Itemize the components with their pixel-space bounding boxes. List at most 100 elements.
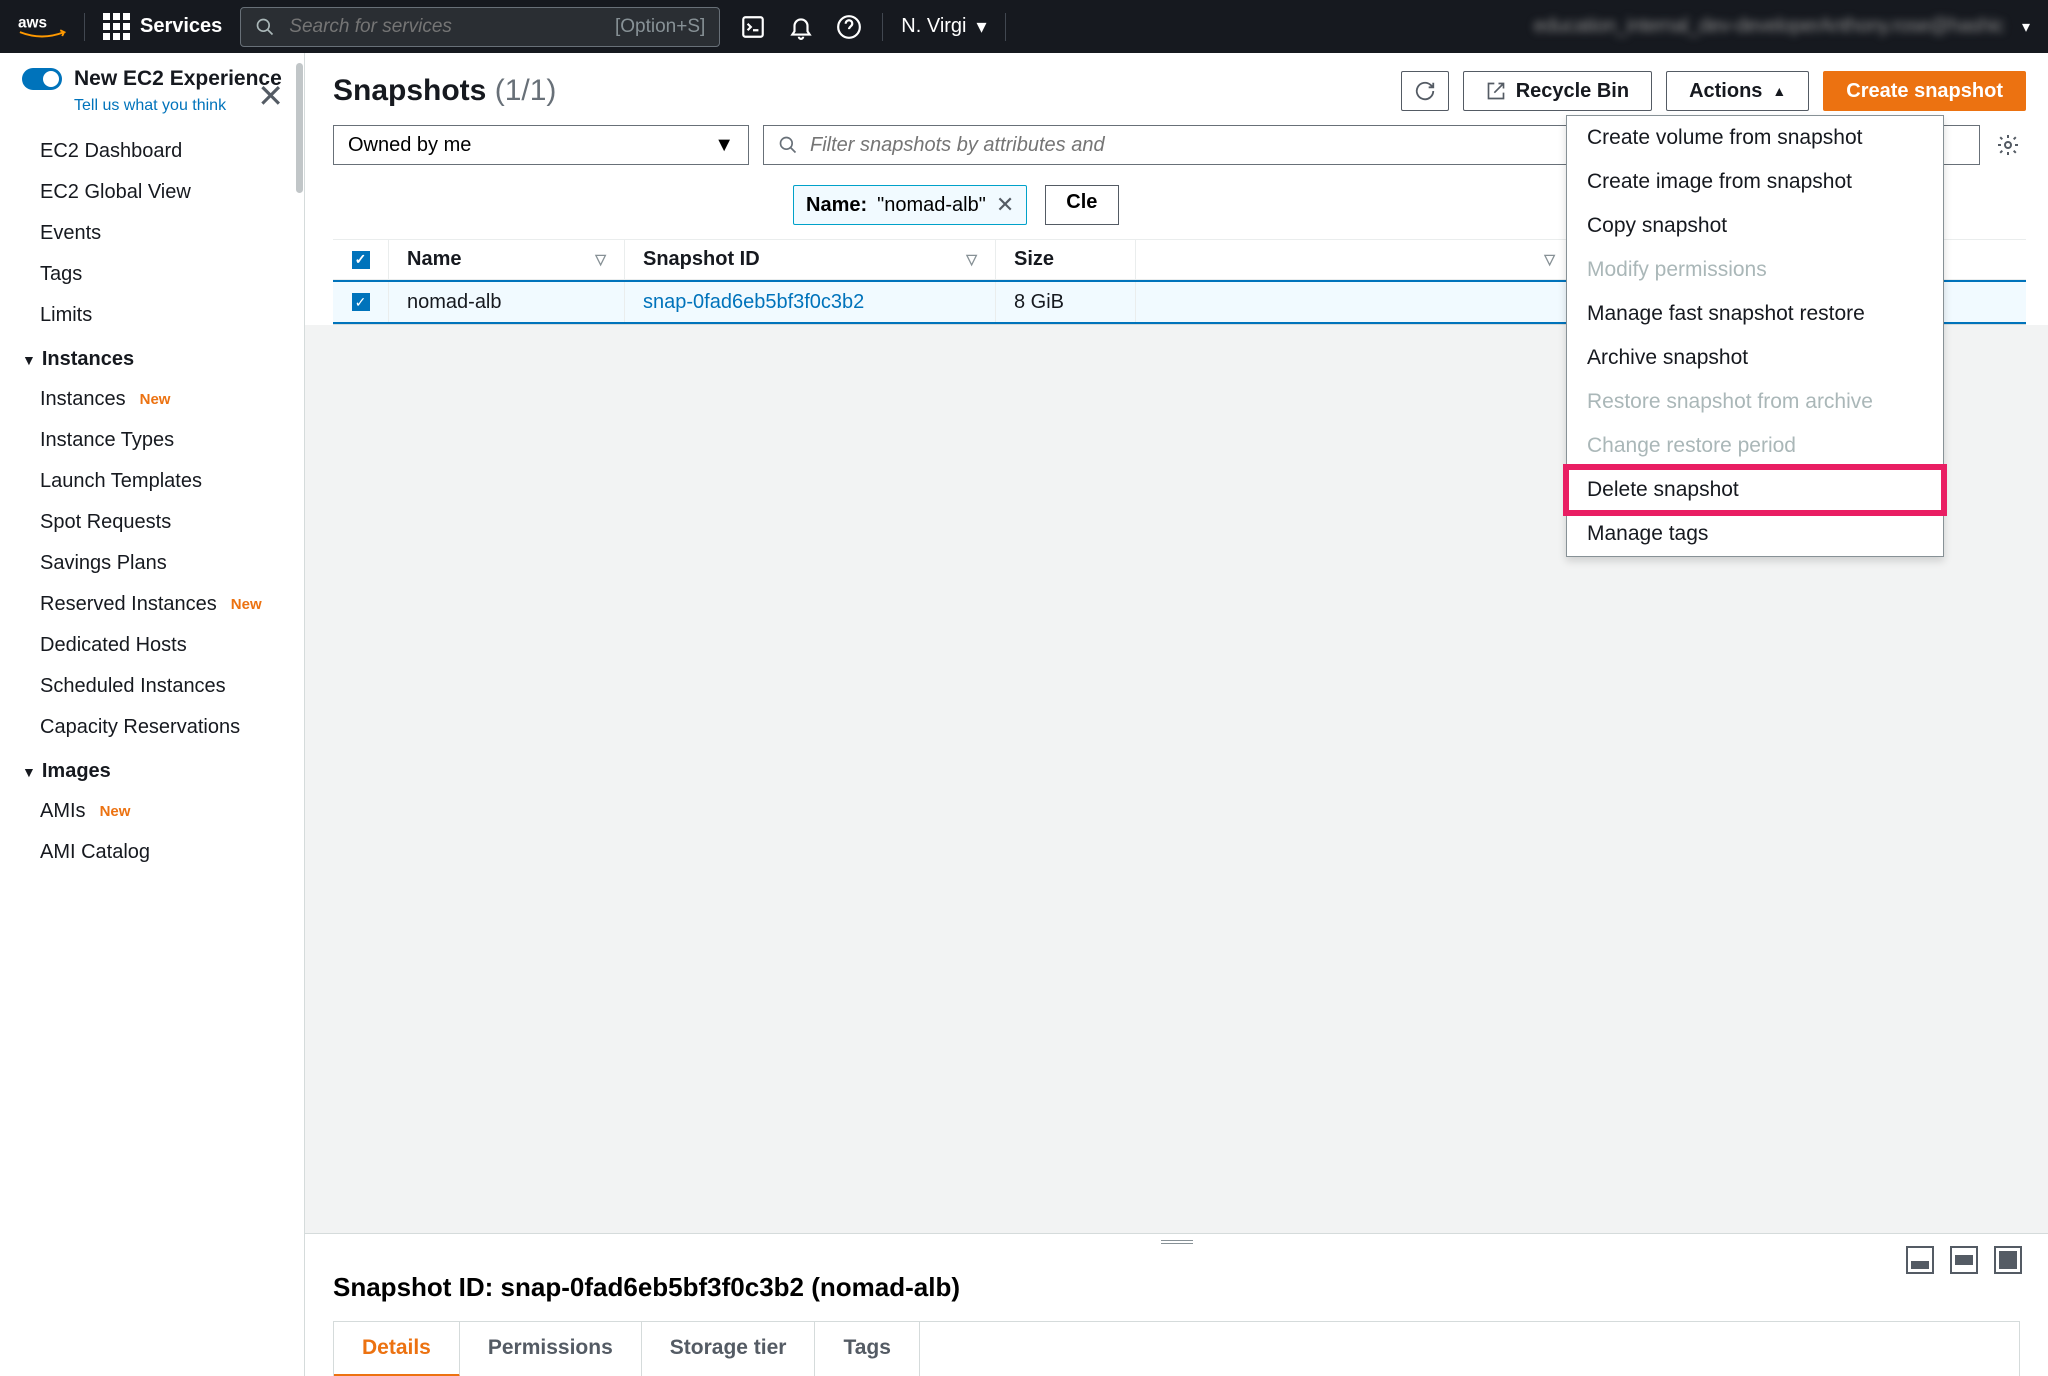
caret-down-icon: ▼	[714, 134, 734, 157]
clear-filters-button[interactable]: Clear filters	[1045, 185, 1119, 225]
divider	[1005, 13, 1006, 41]
actions-button[interactable]: Actions▲	[1666, 71, 1809, 111]
divider	[882, 13, 883, 41]
action-delete-snapshot[interactable]: Delete snapshot	[1567, 468, 1943, 512]
nav-scheduled-instances[interactable]: Scheduled Instances	[0, 666, 304, 707]
main-content: Snapshots (1/1) Recycle Bin Actions▲ Cre…	[305, 53, 2048, 1376]
chevron-down-icon: ▾	[977, 14, 987, 39]
action-create-image[interactable]: Create image from snapshot	[1567, 160, 1943, 204]
region-label: N. Virgi	[901, 15, 966, 38]
checkbox-icon[interactable]: ✓	[352, 293, 370, 311]
panel-size-controls	[1906, 1246, 2022, 1274]
account-label[interactable]: education_internal_dev-developerAnthony.…	[1534, 15, 2004, 38]
action-archive-snapshot[interactable]: Archive snapshot	[1567, 336, 1943, 380]
action-modify-permissions: Modify permissions	[1567, 248, 1943, 292]
chevron-down-icon[interactable]: ▾	[2022, 17, 2030, 37]
cell-name: nomad-alb	[389, 282, 625, 322]
refresh-button[interactable]	[1401, 71, 1449, 111]
services-label: Services	[140, 15, 222, 38]
external-link-icon	[1486, 81, 1506, 101]
caret-up-icon: ▲	[1772, 83, 1786, 99]
nav-amis[interactable]: AMIsNew	[0, 791, 304, 832]
sidebar: New EC2 Experience Tell us what you thin…	[0, 53, 305, 1376]
detail-panel: Snapshot ID: snap-0fad6eb5bf3f0c3b2 (nom…	[305, 1233, 2048, 1376]
panel-maximize-icon[interactable]	[1994, 1246, 2022, 1274]
row-checkbox[interactable]: ✓	[333, 282, 389, 322]
header-size[interactable]: Size	[996, 240, 1136, 279]
nav-launch-templates[interactable]: Launch Templates	[0, 461, 304, 502]
nav-savings-plans[interactable]: Savings Plans	[0, 543, 304, 584]
nav-spot-requests[interactable]: Spot Requests	[0, 502, 304, 543]
action-manage-fast-restore[interactable]: Manage fast snapshot restore	[1567, 292, 1943, 336]
cell-size: 8 GiB	[996, 282, 1136, 322]
header-name[interactable]: Name▽	[389, 240, 625, 279]
nav-group-instances[interactable]: ▼Instances	[0, 336, 304, 379]
sort-icon: ▽	[966, 251, 977, 268]
nav-events[interactable]: Events	[0, 213, 304, 254]
action-create-volume[interactable]: Create volume from snapshot	[1567, 116, 1943, 160]
nav-instance-types[interactable]: Instance Types	[0, 420, 304, 461]
grid-icon	[103, 13, 130, 40]
tab-permissions[interactable]: Permissions	[460, 1322, 642, 1376]
nav-group-images[interactable]: ▼Images	[0, 748, 304, 791]
gear-icon	[1996, 133, 2020, 157]
nav-tags[interactable]: Tags	[0, 254, 304, 295]
action-restore-archive: Restore snapshot from archive	[1567, 380, 1943, 424]
new-badge: New	[96, 802, 135, 821]
tab-tags[interactable]: Tags	[815, 1322, 919, 1376]
search-icon	[255, 17, 275, 37]
ownership-select[interactable]: Owned by me▼	[333, 125, 749, 165]
nav-ec2-dashboard[interactable]: EC2 Dashboard	[0, 131, 304, 172]
notifications-icon[interactable]	[786, 12, 816, 42]
nav-reserved-instances[interactable]: Reserved InstancesNew	[0, 584, 304, 625]
recycle-bin-button[interactable]: Recycle Bin	[1463, 71, 1652, 111]
search-hint: [Option+S]	[615, 16, 705, 38]
divider	[84, 13, 85, 41]
svg-text:aws: aws	[18, 14, 47, 31]
filter-chip-name: Name:"nomad-alb"✕	[793, 185, 1027, 225]
new-badge: New	[227, 595, 266, 614]
tab-storage-tier[interactable]: Storage tier	[642, 1322, 816, 1376]
remove-chip-icon[interactable]: ✕	[996, 192, 1014, 218]
top-nav: aws Services [Option+S] N. Virgi ▾ educa…	[0, 0, 2048, 53]
header-snapshot-id[interactable]: Snapshot ID▽	[625, 240, 996, 279]
header-hidden[interactable]: ▽	[1136, 240, 1574, 279]
scrollbar[interactable]	[294, 53, 304, 1376]
page-title: Snapshots (1/1)	[333, 74, 556, 108]
select-all-header[interactable]: ✓	[333, 240, 389, 279]
nav-instances[interactable]: InstancesNew	[0, 379, 304, 420]
create-snapshot-button[interactable]: Create snapshot	[1823, 71, 2026, 111]
caret-down-icon: ▼	[22, 352, 36, 368]
checkbox-icon[interactable]: ✓	[352, 251, 370, 269]
cell-snapshot-id[interactable]: snap-0fad6eb5bf3f0c3b2	[625, 282, 996, 322]
action-change-restore-period: Change restore period	[1567, 424, 1943, 468]
detail-title: Snapshot ID: snap-0fad6eb5bf3f0c3b2 (nom…	[305, 1234, 2048, 1321]
cloudshell-icon[interactable]	[738, 12, 768, 42]
cell-hidden	[1136, 282, 1574, 322]
nav-ami-catalog[interactable]: AMI Catalog	[0, 832, 304, 873]
action-copy-snapshot[interactable]: Copy snapshot	[1567, 204, 1943, 248]
nav-dedicated-hosts[interactable]: Dedicated Hosts	[0, 625, 304, 666]
page-header: Snapshots (1/1) Recycle Bin Actions▲ Cre…	[333, 71, 2026, 111]
services-button[interactable]: Services	[103, 13, 222, 40]
global-search[interactable]: [Option+S]	[240, 7, 720, 47]
caret-down-icon: ▼	[22, 764, 36, 780]
panel-half-icon[interactable]	[1950, 1246, 1978, 1274]
new-experience-title: New EC2 Experience	[74, 67, 282, 91]
nav-list: EC2 Dashboard EC2 Global View Events Tag…	[0, 115, 304, 893]
region-selector[interactable]: N. Virgi ▾	[901, 14, 986, 39]
search-input[interactable]	[289, 16, 601, 38]
nav-ec2-global-view[interactable]: EC2 Global View	[0, 172, 304, 213]
panel-minimize-icon[interactable]	[1906, 1246, 1934, 1274]
aws-logo[interactable]: aws	[18, 13, 66, 41]
tab-details[interactable]: Details	[334, 1322, 460, 1376]
settings-button[interactable]	[1990, 127, 2026, 163]
resize-handle[interactable]	[1161, 1240, 1193, 1246]
close-icon[interactable]: ✕	[257, 77, 284, 115]
help-icon[interactable]	[834, 12, 864, 42]
action-manage-tags[interactable]: Manage tags	[1567, 512, 1943, 556]
sort-icon: ▽	[1544, 251, 1555, 268]
nav-limits[interactable]: Limits	[0, 295, 304, 336]
nav-capacity-reservations[interactable]: Capacity Reservations	[0, 707, 304, 748]
new-experience-toggle[interactable]	[22, 68, 62, 90]
